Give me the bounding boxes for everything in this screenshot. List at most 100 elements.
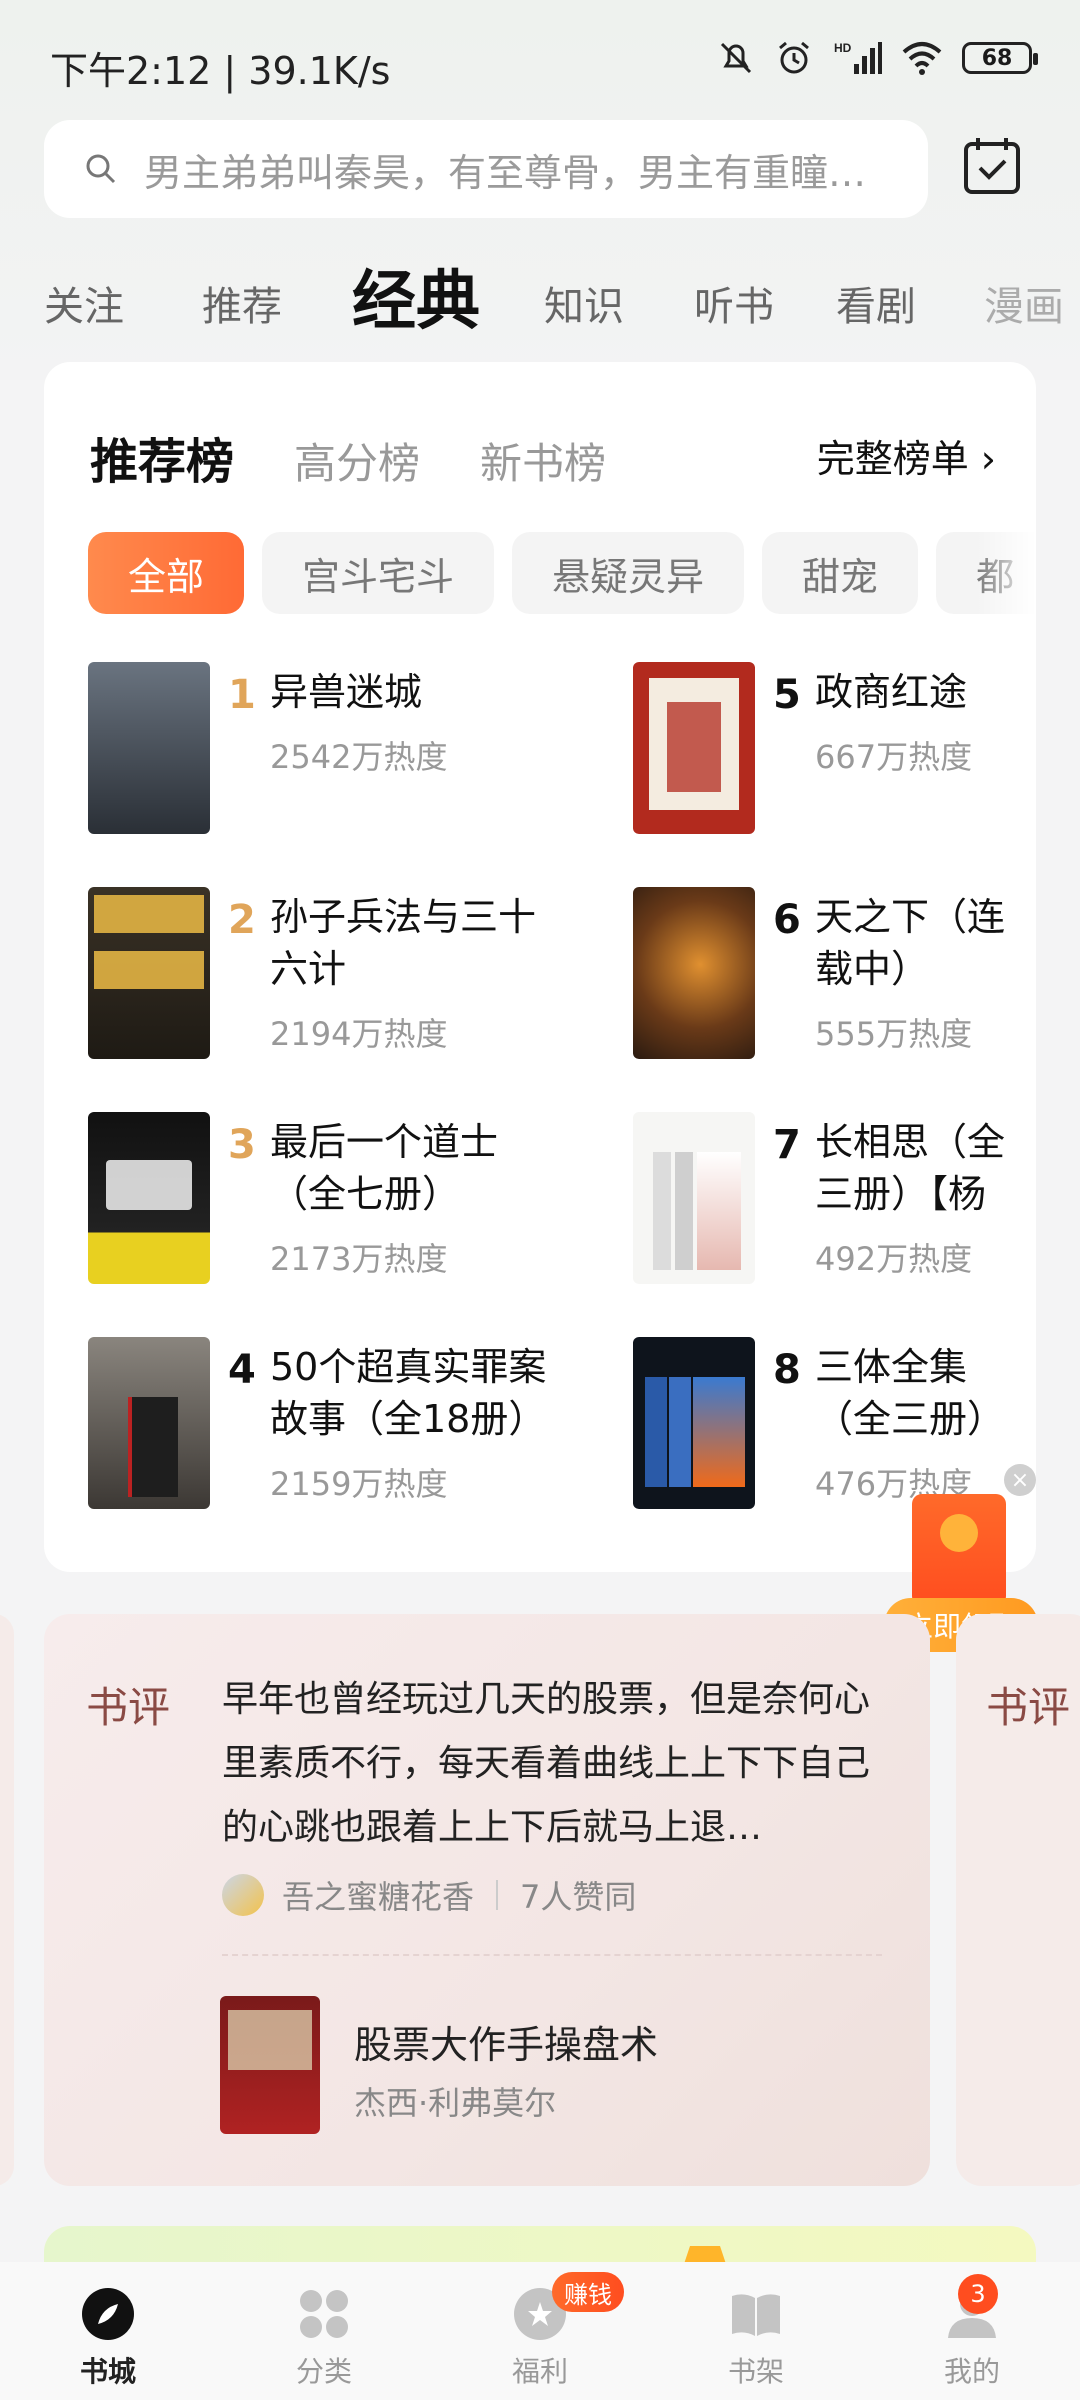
subtab-new-book-rank[interactable]: 新书榜	[480, 430, 606, 491]
book-cover	[633, 887, 755, 1059]
book-title: 50个超真实罪案故事（全18册）	[270, 1345, 547, 1441]
chip-sweet[interactable]: 甜宠	[762, 532, 919, 614]
tab-classic[interactable]: 经典	[352, 250, 480, 342]
category-chips: 全部 宫斗宅斗 悬疑灵异 甜宠 都	[88, 532, 1036, 614]
book-heat: 667万热度	[815, 738, 973, 776]
search-icon	[86, 154, 116, 184]
book-heat: 492万热度	[815, 1240, 973, 1278]
book-item[interactable]: 7 长相思（全三册）【杨紫 492万热度	[633, 1112, 1036, 1292]
book-item[interactable]: 3 最后一个道士（全七册） 2173万热度	[88, 1112, 608, 1292]
nav-label: 分类	[295, 2355, 352, 2388]
tab-audiobook[interactable]: 听书	[694, 274, 774, 332]
nav-bookshelf[interactable]: 书架	[648, 2262, 864, 2400]
signal-icon: HD	[834, 41, 882, 74]
review-likes: 7人赞同	[520, 1878, 637, 1916]
book-cover	[88, 887, 210, 1059]
chip-suspense[interactable]: 悬疑灵异	[512, 532, 745, 614]
ranking-card: 推荐榜 高分榜 新书榜 完整榜单 › 全部 宫斗宅斗 悬疑灵异 甜宠 都 1 异…	[44, 362, 1036, 1572]
book-item[interactable]: 4 50个超真实罪案故事（全18册） 2159万热度	[88, 1337, 608, 1517]
divider	[496, 1880, 499, 1910]
nav-label: 我的	[943, 2355, 1000, 2388]
book-cover	[633, 662, 755, 834]
red-packet-icon[interactable]	[912, 1494, 1006, 1606]
book-rank: 1	[228, 672, 256, 718]
book-title: 天之下（连载中）	[815, 895, 1006, 991]
chips-fade	[976, 522, 1036, 622]
book-rank: 6	[773, 897, 801, 943]
alarm-icon	[779, 41, 809, 74]
search-bar[interactable]: 男主弟弟叫秦昊，有至尊骨，男主有重瞳…	[44, 120, 928, 218]
ranking-subtabs: 推荐榜 高分榜 新书榜	[90, 422, 666, 492]
review-book-cover	[220, 1996, 320, 2134]
svg-text:HD: HD	[834, 41, 852, 55]
book-cover	[633, 1112, 755, 1284]
review-book-author: 杰西·利弗莫尔	[354, 2084, 557, 2122]
avatar	[222, 1874, 264, 1916]
book-cover	[88, 662, 210, 834]
book-icon	[732, 2294, 780, 2336]
notification-badge: 3	[958, 2274, 998, 2314]
book-title: 政商红途	[815, 670, 968, 714]
tab-drama[interactable]: 看剧	[836, 274, 916, 332]
grid-icon	[300, 2290, 348, 2338]
book-title: 异兽迷城	[270, 670, 423, 714]
review-tag: 书评	[86, 1683, 171, 1732]
book-rank: 5	[773, 672, 801, 718]
subtab-recommend-rank[interactable]: 推荐榜	[90, 422, 234, 492]
search-placeholder: 男主弟弟叫秦昊，有至尊骨，男主有重瞳…	[144, 150, 867, 195]
tab-recommend[interactable]: 推荐	[202, 274, 282, 332]
review-card-prev[interactable]	[0, 1614, 14, 2186]
bottom-nav: 书城 分类 福利 书架 我的	[0, 2262, 1080, 2400]
book-rank: 3	[228, 1122, 256, 1168]
chip-palace[interactable]: 宫斗宅斗	[262, 532, 495, 614]
status-icons: HD 68	[716, 38, 1038, 78]
tab-knowledge[interactable]: 知识	[544, 274, 624, 332]
earn-badge: 赚钱	[552, 2272, 624, 2312]
book-rank: 4	[228, 1347, 256, 1393]
full-list-link[interactable]: 完整榜单 ›	[817, 428, 996, 483]
book-cover	[88, 1112, 210, 1284]
review-tag: 书评	[986, 1683, 1071, 1732]
book-heat: 555万热度	[815, 1015, 973, 1053]
subtab-high-score-rank[interactable]: 高分榜	[294, 430, 420, 491]
chip-all[interactable]: 全部	[88, 532, 245, 614]
book-item[interactable]: 1 异兽迷城 2542万热度	[88, 662, 608, 842]
mute-bell-icon	[720, 42, 752, 74]
review-author-row: 吾之蜜糖花香 7人赞同	[222, 1872, 636, 1918]
nav-label: 福利	[511, 2355, 568, 2388]
wifi-icon	[902, 42, 942, 75]
top-tabs: 关注 推荐 经典 知识 听书 看剧 漫画	[0, 244, 1080, 344]
book-item[interactable]: 5 政商红途 667万热度	[633, 662, 1036, 842]
nav-category[interactable]: 分类	[216, 2262, 432, 2400]
nav-label: 书城	[79, 2355, 136, 2388]
coin-icon	[940, 1514, 978, 1552]
book-item[interactable]: 6 天之下（连载中） 555万热度	[633, 887, 1036, 1067]
book-item[interactable]: 8 三体全集（全三册） 476万热度	[633, 1337, 1036, 1517]
book-title: 孙子兵法与三十六计	[270, 895, 537, 991]
review-username: 吾之蜜糖花香	[282, 1878, 475, 1916]
book-heat: 2542万热度	[270, 738, 448, 776]
close-icon[interactable]: ×	[1004, 1464, 1036, 1496]
book-cover	[88, 1337, 210, 1509]
review-card[interactable]: 书评 早年也曾经玩过几天的股票，但是奈何心里素质不行，每天看着曲线上上下下自己的…	[44, 1614, 930, 2186]
dashed-divider	[222, 1954, 882, 1956]
nav-bookstore[interactable]: 书城	[0, 2262, 216, 2400]
book-rank: 7	[773, 1122, 801, 1168]
book-rank: 2	[228, 897, 256, 943]
review-card-next[interactable]: 书评	[956, 1614, 1080, 2186]
nav-label: 书架	[727, 2355, 784, 2388]
tab-comics[interactable]: 漫画	[984, 274, 1064, 332]
checkin-calendar-icon[interactable]	[960, 134, 1024, 198]
book-item[interactable]: 2 孙子兵法与三十六计 2194万热度	[88, 887, 608, 1067]
book-rank: 8	[773, 1347, 801, 1393]
battery-indicator: 68	[962, 42, 1038, 74]
book-heat: 2173万热度	[270, 1240, 448, 1278]
compass-icon	[82, 2288, 134, 2340]
book-title: 三体全集（全三册）	[815, 1345, 1006, 1441]
book-heat: 2194万热度	[270, 1015, 448, 1053]
status-time: 下午2:12 | 39.1K/s	[50, 49, 391, 93]
book-title: 长相思（全三册）【杨紫	[815, 1120, 1006, 1216]
tab-follow[interactable]: 关注	[44, 274, 124, 332]
review-book-title: 股票大作手操盘术	[354, 2023, 659, 2067]
book-title: 最后一个道士（全七册）	[270, 1120, 499, 1216]
